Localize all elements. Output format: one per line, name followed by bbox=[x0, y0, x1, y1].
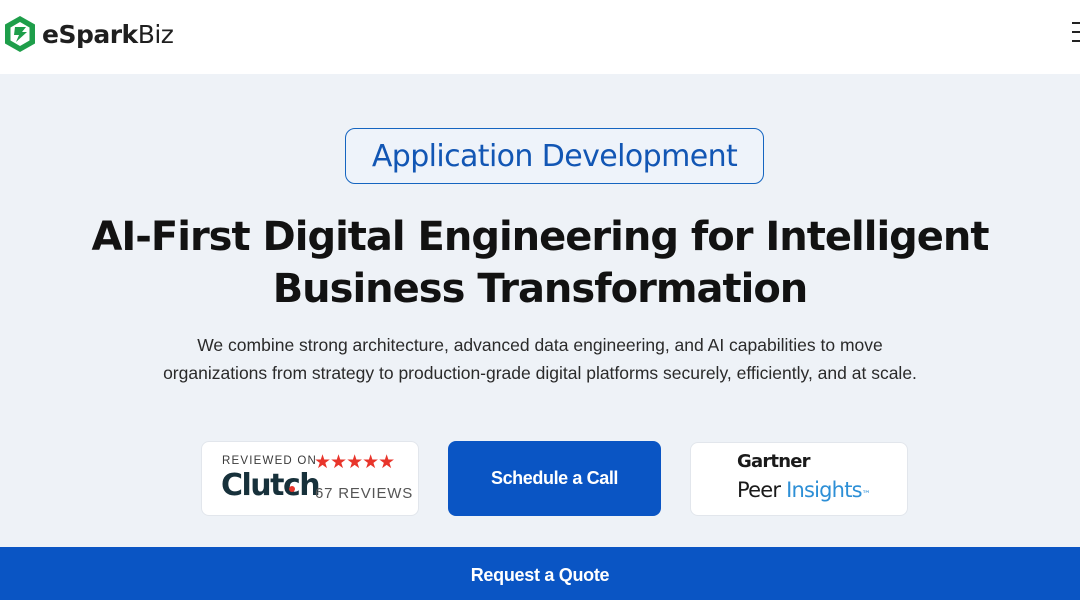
brand-logo[interactable]: eSparkBiz bbox=[4, 14, 174, 54]
reviewed-on-label: REVIEWED ON bbox=[222, 455, 317, 467]
hero-description: We combine strong architecture, advanced… bbox=[0, 331, 1080, 387]
description-line-2: organizations from strategy to productio… bbox=[163, 363, 917, 383]
request-quote-button[interactable]: Request a Quote bbox=[0, 547, 1080, 600]
gartner-logo: Gartner bbox=[737, 451, 810, 472]
espark-logo-icon bbox=[5, 16, 35, 52]
hamburger-menu-icon[interactable] bbox=[1072, 22, 1080, 44]
headline-line-1: AI-First Digital Engineering for Intelli… bbox=[91, 214, 989, 260]
reviews-count: 67 REVIEWS bbox=[315, 485, 414, 502]
request-quote-label: Request a Quote bbox=[470, 565, 610, 585]
clutch-logo: Clutch bbox=[221, 468, 321, 503]
headline-line-2: Business Transformation bbox=[272, 266, 809, 312]
hero-headline: AI-First Digital Engineering for Intelli… bbox=[0, 211, 1080, 315]
category-pill: Application Development bbox=[345, 128, 764, 184]
description-line-1: We combine strong architecture, advanced… bbox=[197, 335, 883, 355]
gartner-peer-insights-badge[interactable]: Gartner Peer Insights™ bbox=[690, 442, 908, 516]
clutch-reviews-badge[interactable]: REVIEWED ON ★★★★★ Clutch 67 REVIEWS bbox=[201, 441, 419, 516]
clutch-dot-icon bbox=[289, 486, 295, 492]
peer-insights-logo: Peer Insights™ bbox=[737, 478, 871, 502]
logo-wordmark: eSparkBiz bbox=[42, 19, 174, 49]
schedule-call-button[interactable]: Schedule a Call bbox=[448, 441, 661, 516]
star-rating-icon: ★★★★★ bbox=[314, 452, 395, 473]
schedule-call-label: Schedule a Call bbox=[490, 468, 619, 488]
category-label: Application Development bbox=[371, 138, 738, 174]
top-navigation-bar: eSparkBiz bbox=[0, 0, 1080, 74]
